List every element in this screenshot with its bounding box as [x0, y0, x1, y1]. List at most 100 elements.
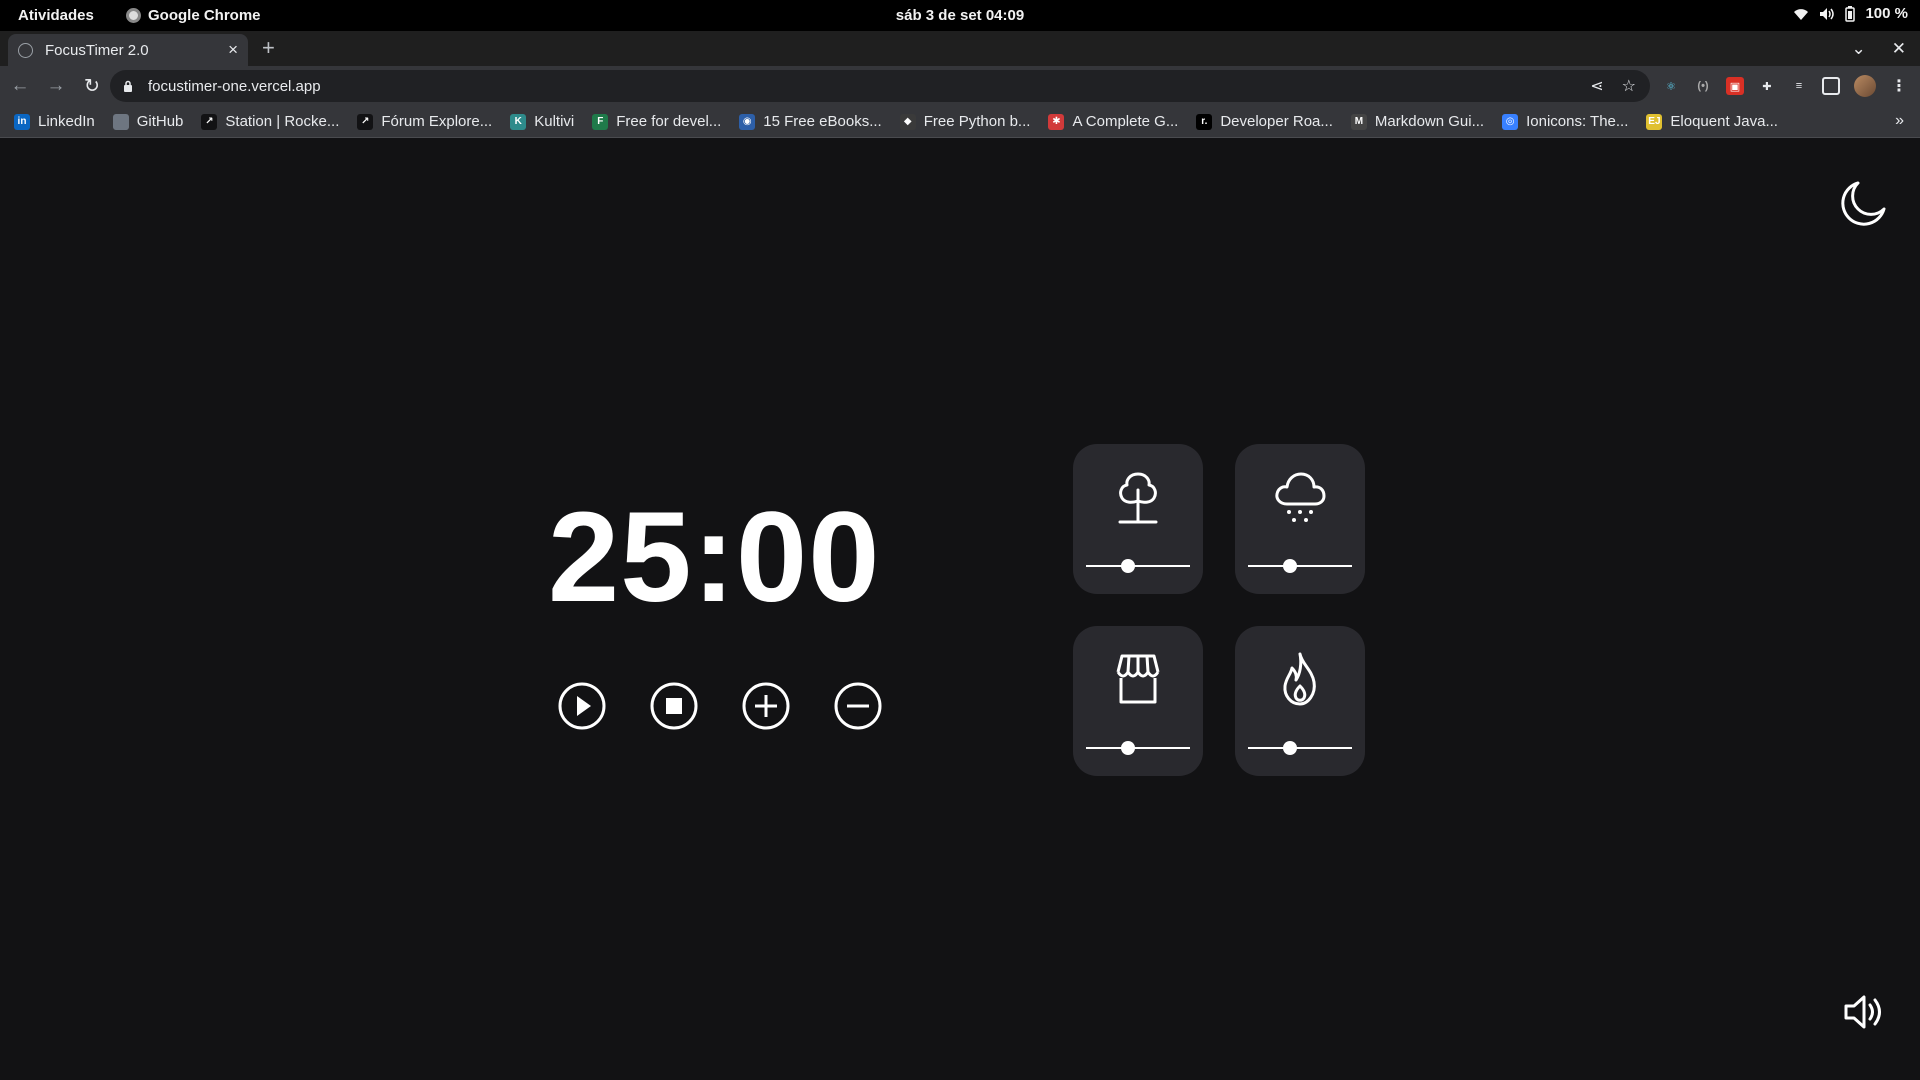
- side-panel-icon[interactable]: [1822, 77, 1840, 95]
- react-devtools-icon[interactable]: ⚛: [1662, 77, 1680, 95]
- github-icon: [112, 113, 129, 130]
- bookmark-label: Free for devel...: [616, 113, 722, 130]
- bookmark-star-icon[interactable]: ☆: [1622, 76, 1636, 96]
- app-name: Google Chrome: [148, 7, 261, 24]
- moon-icon[interactable]: [1838, 177, 1890, 229]
- url-text: focustimer-one.vercel.app: [148, 77, 321, 95]
- rain-cloud-icon: [1275, 472, 1326, 522]
- bookmark-item[interactable]: ◉ 15 Free eBooks...: [739, 113, 882, 130]
- stop-button[interactable]: [648, 680, 700, 732]
- chrome-icon: [126, 8, 141, 23]
- reload-icon[interactable]: ↻: [76, 70, 108, 102]
- bookmark-item[interactable]: GitHub: [112, 113, 184, 130]
- js-icon: EJ: [1646, 113, 1663, 130]
- timer-display: 25:00: [548, 486, 881, 629]
- extension-icon[interactable]: (•): [1694, 77, 1712, 95]
- menu-kebab-icon[interactable]: ⋮: [1890, 77, 1908, 95]
- activities-button[interactable]: Atividades: [18, 7, 94, 24]
- python-icon: ◆: [899, 113, 916, 130]
- battery-icon: [1845, 5, 1856, 22]
- reading-list-icon[interactable]: ≡: [1790, 77, 1808, 95]
- forest-sound-card[interactable]: [1073, 444, 1203, 594]
- bookmark-item[interactable]: M Markdown Gui...: [1350, 113, 1485, 130]
- bookmark-item[interactable]: ↗ Station | Rocke...: [201, 113, 339, 130]
- clock-container: sáb 3 de set 04:09: [0, 7, 1920, 24]
- system-top-bar: Atividades Google Chrome sáb 3 de set 04…: [0, 0, 1920, 31]
- extensions-area: ⚛ (•) ▣ ✚ ≡ ⋮: [1662, 66, 1908, 106]
- bookmark-item[interactable]: ◎ Ionicons: The...: [1502, 113, 1628, 130]
- forest-volume-slider[interactable]: [1086, 559, 1190, 573]
- linkedin-icon: in: [14, 113, 30, 130]
- rain-volume-slider[interactable]: [1248, 559, 1352, 573]
- more-bookmarks-icon[interactable]: »: [1895, 112, 1904, 130]
- address-bar[interactable]: focustimer-one.vercel.app ⋖ ☆: [110, 70, 1650, 102]
- bookmark-item[interactable]: ◆ Free Python b...: [899, 113, 1030, 130]
- bookmark-label: A Complete G...: [1072, 113, 1179, 130]
- stop-icon: [650, 682, 698, 730]
- f-icon: F: [592, 113, 609, 130]
- flame-icon: [1283, 652, 1316, 706]
- profile-avatar[interactable]: [1854, 75, 1876, 97]
- bookmark-label: GitHub: [136, 113, 184, 130]
- ionicons-icon: ◎: [1502, 113, 1519, 130]
- slider-thumb[interactable]: [1283, 559, 1297, 573]
- status-area[interactable]: 100 %: [1793, 5, 1908, 22]
- battery-level: 100 %: [1865, 5, 1908, 22]
- clock-favicon-icon: [18, 42, 33, 58]
- forward-icon[interactable]: →: [40, 70, 72, 102]
- bookmark-item[interactable]: in LinkedIn: [14, 113, 95, 130]
- tab-focustimer[interactable]: FocusTimer 2.0 ×: [8, 34, 248, 66]
- browser-toolbar: ← → ↻ focustimer-one.vercel.app ⋖ ☆ ⚛ (•…: [0, 66, 1920, 106]
- slider-track: [1086, 565, 1190, 567]
- pdf-extension-icon[interactable]: ▣: [1726, 77, 1744, 95]
- remove-time-button[interactable]: [832, 680, 884, 732]
- asterisk-icon: ✱: [1048, 113, 1065, 130]
- add-time-button[interactable]: [740, 680, 792, 732]
- slider-track: [1086, 747, 1190, 749]
- volume-icon[interactable]: [1842, 992, 1884, 1032]
- bookmark-label: Markdown Gui...: [1374, 113, 1485, 130]
- slider-thumb[interactable]: [1121, 741, 1135, 755]
- slider-thumb[interactable]: [1121, 559, 1135, 573]
- lock-icon: [124, 80, 132, 92]
- timer-controls: [556, 680, 884, 732]
- bookmark-label: Developer Roa...: [1220, 113, 1333, 130]
- play-button[interactable]: [556, 680, 608, 732]
- plus-circle-icon: [742, 682, 790, 730]
- share-icon[interactable]: ⋖: [1590, 76, 1603, 96]
- tab-strip: FocusTimer 2.0 × + ⌄ ✕: [0, 31, 1920, 66]
- bookmark-label: Station | Rocke...: [225, 113, 340, 130]
- puzzle-extensions-icon[interactable]: ✚: [1758, 77, 1776, 95]
- bookmark-label: 15 Free eBooks...: [763, 113, 882, 130]
- coffee-shop-volume-slider[interactable]: [1086, 741, 1190, 755]
- bookmarks-bar: in LinkedIn GitHub ↗ Station | Rocke... ↗ Fóru…: [0, 106, 1920, 138]
- bookmark-item[interactable]: K Kultivi: [510, 113, 574, 130]
- bookmark-item[interactable]: F Free for devel...: [592, 113, 721, 130]
- coffee-shop-sound-card[interactable]: [1073, 626, 1203, 776]
- rain-sound-card[interactable]: [1235, 444, 1365, 594]
- app-menu[interactable]: Google Chrome: [126, 7, 261, 24]
- clock[interactable]: sáb 3 de set 04:09: [896, 7, 1024, 24]
- close-tab-icon[interactable]: ×: [228, 40, 238, 60]
- rocketseat-icon: ↗: [201, 113, 218, 130]
- speaker-icon: [1820, 7, 1835, 20]
- bookmark-label: Fórum Explore...: [381, 113, 493, 130]
- bookmark-item[interactable]: ✱ A Complete G...: [1048, 113, 1178, 130]
- new-tab-button[interactable]: +: [262, 37, 275, 59]
- close-window-icon[interactable]: ✕: [1892, 39, 1906, 59]
- bookmark-item[interactable]: r. Developer Roa...: [1196, 113, 1333, 130]
- bookmark-item[interactable]: EJ Eloquent Java...: [1646, 113, 1778, 130]
- bookmark-label: Kultivi: [534, 113, 575, 130]
- tab-search-icon[interactable]: ⌄: [1852, 39, 1866, 59]
- slider-thumb[interactable]: [1283, 741, 1297, 755]
- back-icon[interactable]: ←: [4, 70, 36, 102]
- storefront-icon: [1116, 654, 1160, 704]
- play-icon: [558, 682, 606, 730]
- kultivi-icon: K: [510, 113, 527, 130]
- bookmark-label: Ionicons: The...: [1526, 113, 1629, 130]
- fireplace-sound-card[interactable]: [1235, 626, 1365, 776]
- wifi-icon: [1794, 8, 1809, 20]
- minus-circle-icon: [834, 682, 882, 730]
- fireplace-volume-slider[interactable]: [1248, 741, 1352, 755]
- bookmark-item[interactable]: ↗ Fórum Explore...: [357, 113, 492, 130]
